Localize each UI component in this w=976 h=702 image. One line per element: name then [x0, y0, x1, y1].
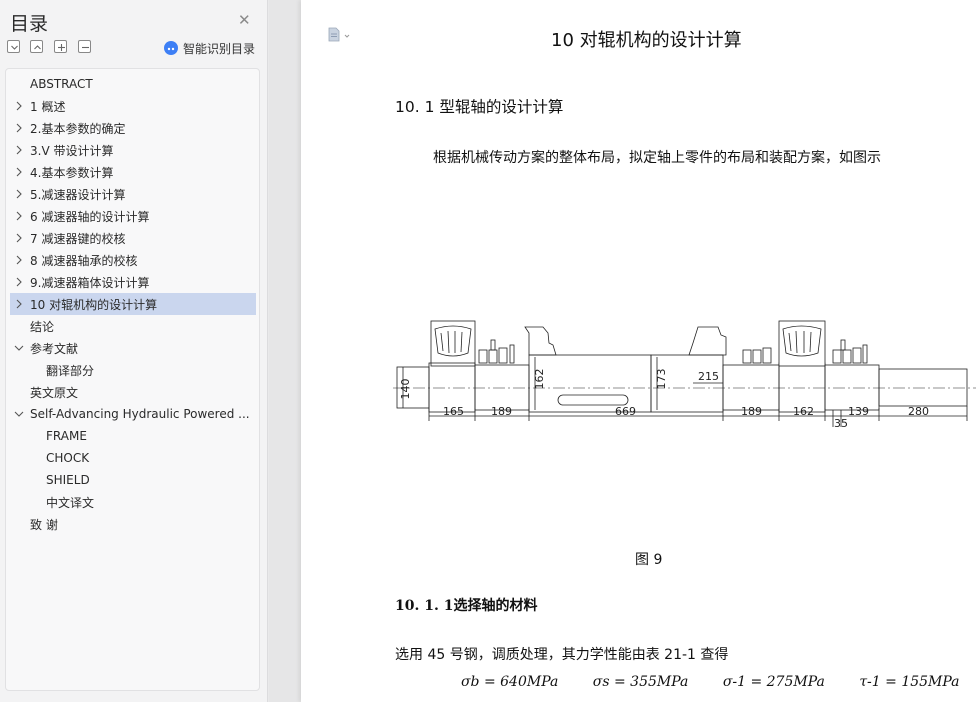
toc-item-label: 2.基本参数的确定 — [30, 121, 126, 136]
toc-item[interactable]: 6 减速器轴的设计计算 — [10, 205, 256, 227]
toc-item[interactable]: 3.V 带设计计算 — [10, 139, 256, 161]
dim-label: 189 — [741, 405, 762, 418]
toc-list: ABSTRACT 1 概述 2.基本参数的确定 3.V 带设计计算 4.基本参数计算 5.… — [5, 68, 260, 691]
toc-item[interactable]: 英文原文 — [10, 381, 256, 403]
toc-item-label: 9.减速器箱体设计计算 — [30, 275, 150, 290]
dim-label: 165 — [443, 405, 464, 418]
toc-item-label: 参考文献 — [30, 341, 79, 356]
dim-label: 215 — [698, 370, 719, 383]
chevron-right-icon[interactable] — [14, 277, 24, 287]
dim-label: 280 — [908, 405, 929, 418]
chevron-right-icon[interactable] — [14, 233, 24, 243]
dim-label: 162 — [793, 405, 814, 418]
toc-item-label: ABSTRACT — [30, 77, 93, 91]
toc-item[interactable]: 结论 — [10, 315, 256, 337]
dim-label: 189 — [491, 405, 512, 418]
toc-item[interactable]: 致 谢 — [10, 513, 256, 535]
toc-item-label: 致 谢 — [30, 517, 58, 532]
toc-item-label: 英文原文 — [30, 385, 79, 400]
toc-item-label: 8 减速器轴承的校核 — [30, 253, 138, 268]
page-options-icon[interactable] — [328, 27, 356, 47]
formula: σb = 640MPa σs = 355MPa σ-1 = 275MPa τ-1… — [461, 674, 976, 690]
figure-caption: 图 9 — [635, 552, 663, 568]
toc-item[interactable]: 7 减速器键的校核 — [10, 227, 256, 249]
toc-item-label: 1 概述 — [30, 99, 66, 114]
ai-toc-icon — [164, 41, 178, 55]
chevron-right-icon[interactable] — [14, 123, 24, 133]
toc-item-label: Self-Advancing Hydraulic Powered ... — [30, 407, 250, 421]
toc-item[interactable]: 8 减速器轴承的校核 — [10, 249, 256, 271]
toc-item-label: FRAME — [46, 429, 87, 443]
section-title: 10. 1 型辊轴的设计计算 — [395, 98, 564, 116]
toc-item[interactable]: 1 概述 — [10, 95, 256, 117]
toc-item-label: 翻译部分 — [46, 363, 95, 378]
paragraph: 根据机械传动方案的整体布局，拟定轴上零件的布局和装配方案，如图示 — [433, 150, 881, 166]
toc-item[interactable]: 中文译文 — [10, 491, 256, 513]
toc-item[interactable]: 翻译部分 — [10, 359, 256, 381]
toc-item-label: 10 对辊机构的设计计算 — [30, 297, 158, 312]
document-area[interactable]: 10 对辊机构的设计计算 10. 1 型辊轴的设计计算 根据机械传动方案的整体布… — [269, 0, 976, 702]
toc-item[interactable]: FRAME — [10, 425, 256, 447]
ai-toc-label: 智能识别目录 — [183, 41, 256, 56]
chevron-right-icon[interactable] — [14, 299, 24, 309]
toc-item[interactable]: 4.基本参数计算 — [10, 161, 256, 183]
collapse-all-icon[interactable] — [7, 40, 20, 53]
paragraph: 选用 45 号钢，调质处理，其力学性能由表 21-1 查得 — [395, 647, 729, 663]
toc-item-label: 5.减速器设计计算 — [30, 187, 126, 202]
add-entry-icon[interactable] — [54, 40, 67, 53]
toc-item-label: CHOCK — [46, 451, 90, 465]
toc-item-label: 4.基本参数计算 — [30, 165, 114, 180]
toc-item[interactable]: ABSTRACT — [10, 73, 256, 95]
toc-item-label: SHIELD — [46, 473, 90, 487]
dim-label: 140 — [399, 379, 412, 400]
remove-entry-icon[interactable] — [78, 40, 91, 53]
chapter-title: 10 对辊机构的设计计算 — [551, 30, 742, 51]
subsection-title: 10. 1. 1选择轴的材料 — [395, 598, 538, 614]
chevron-right-icon[interactable] — [14, 255, 24, 265]
dim-label: 35 — [834, 417, 848, 430]
toc-item-label: 7 减速器键的校核 — [30, 231, 126, 246]
toc-item-label: 结论 — [30, 319, 55, 334]
toc-item[interactable]: 9.减速器箱体设计计算 — [10, 271, 256, 293]
chevron-right-icon[interactable] — [14, 167, 24, 177]
chevron-down-icon[interactable] — [14, 409, 24, 419]
toc-item[interactable]: 5.减速器设计计算 — [10, 183, 256, 205]
formula-term: σ-1 = 275MPa — [722, 674, 825, 690]
toc-item[interactable]: Self-Advancing Hydraulic Powered ... — [10, 403, 256, 425]
chevron-right-icon[interactable] — [14, 211, 24, 221]
chevron-right-icon[interactable] — [14, 189, 24, 199]
app-window: 目录 ✕ 智能识别目录 ABSTRACT 1 概述 2.基本参数的确定 3.V 带设计… — [0, 0, 976, 702]
chevron-down-icon[interactable] — [14, 343, 24, 353]
sidebar-title: 目录 — [10, 13, 49, 35]
dim-label: 162 — [533, 369, 546, 390]
chevron-right-icon[interactable] — [14, 145, 24, 155]
formula-term: σs = 355MPa — [592, 674, 689, 690]
document-page: 10 对辊机构的设计计算 10. 1 型辊轴的设计计算 根据机械传动方案的整体布… — [301, 0, 976, 702]
toc-item[interactable]: CHOCK — [10, 447, 256, 469]
toc-item-label: 3.V 带设计计算 — [30, 143, 114, 158]
toc-item[interactable]: SHIELD — [10, 469, 256, 491]
dim-label: 173 — [655, 369, 668, 390]
toc-item-label: 6 减速器轴的设计计算 — [30, 209, 150, 224]
toc-item[interactable]: 参考文献 — [10, 337, 256, 359]
toc-item[interactable]: 2.基本参数的确定 — [10, 117, 256, 139]
dim-label: 669 — [615, 405, 636, 418]
ai-toc-button[interactable]: 智能识别目录 — [164, 40, 255, 56]
toc-item[interactable]: 10 对辊机构的设计计算 — [10, 293, 256, 315]
shaft-drawing: 140 162 173 215 165 189 669 189 162 139 … — [393, 320, 976, 430]
dim-label: 139 — [848, 405, 869, 418]
expand-up-icon[interactable] — [30, 40, 43, 53]
chevron-right-icon[interactable] — [14, 101, 24, 111]
toc-sidebar: 目录 ✕ 智能识别目录 ABSTRACT 1 概述 2.基本参数的确定 3.V 带设计… — [0, 0, 268, 702]
formula-term: τ-1 = 155MPa — [859, 674, 960, 690]
drawing-shape — [430, 320, 476, 367]
toc-item-label: 中文译文 — [46, 495, 95, 510]
close-icon[interactable]: ✕ — [238, 11, 251, 29]
formula-term: σb = 640MPa — [461, 674, 559, 690]
